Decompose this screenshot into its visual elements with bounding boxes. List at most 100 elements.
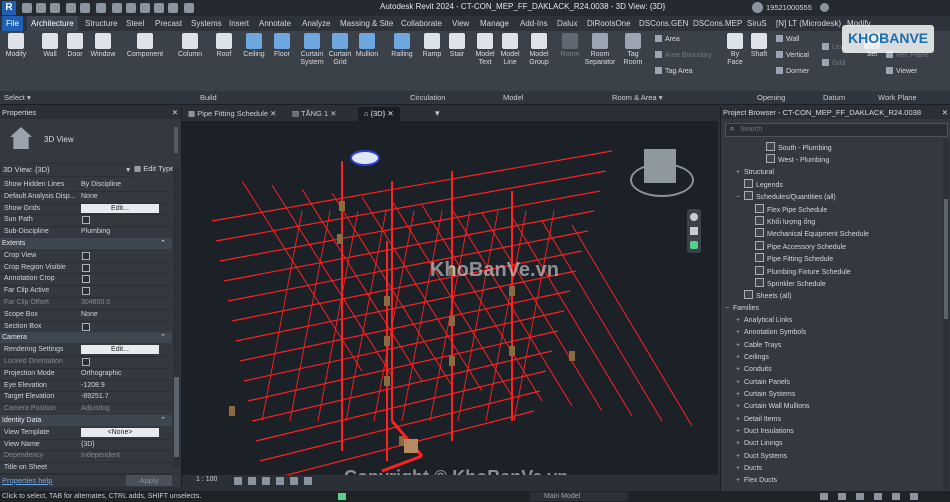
apply-button[interactable]: Apply <box>126 475 172 486</box>
tab-dscons-gen[interactable]: DSCons.GEN <box>635 16 692 31</box>
browser-item[interactable]: Khối lượng ống <box>747 216 815 228</box>
property-group-header[interactable]: Camera ⌃ <box>0 332 172 344</box>
browser-item[interactable]: − Families <box>725 303 759 315</box>
underlay-select-icon[interactable] <box>838 493 846 500</box>
browser-item[interactable]: + Duct Insulations <box>736 426 794 438</box>
browser-item[interactable]: Mechanical Equipment Schedule <box>747 228 869 240</box>
property-edit-button[interactable]: <None> <box>81 427 159 437</box>
properties-help-link[interactable]: Properties help <box>2 476 52 485</box>
close-icon[interactable]: ✕ <box>172 107 178 119</box>
mullion-button[interactable]: Mullion <box>353 33 381 59</box>
pipe-fitting[interactable] <box>384 296 390 306</box>
property-checkbox[interactable] <box>82 216 90 225</box>
tab-3d[interactable]: ⌂ {3D} ✕ <box>358 107 400 121</box>
expand-icon[interactable]: + <box>736 426 744 438</box>
property-checkbox[interactable] <box>82 263 90 272</box>
property-checkbox[interactable] <box>82 287 90 296</box>
browser-item[interactable]: + Conduits <box>736 364 772 376</box>
expand-icon[interactable]: + <box>736 364 744 376</box>
pipe-fitting[interactable] <box>449 356 455 366</box>
navigation-bar[interactable] <box>687 209 701 253</box>
pipe-segment[interactable] <box>421 204 543 402</box>
browser-item[interactable]: + Analytical Links <box>736 315 792 327</box>
property-value[interactable]: Plumbing <box>81 226 110 238</box>
collapse-icon[interactable]: ⌃ <box>160 238 166 249</box>
tab-annotate[interactable]: Annotate <box>255 16 295 31</box>
property-checkbox[interactable] <box>82 251 90 260</box>
pinned-select-icon[interactable] <box>856 493 864 500</box>
pipe-segment[interactable] <box>511 216 633 417</box>
room-separator-button[interactable]: Room Separator <box>582 33 618 67</box>
help-icon[interactable] <box>820 3 829 12</box>
property-value[interactable]: -1208.9 <box>81 380 105 392</box>
save-icon[interactable] <box>36 3 46 13</box>
ramp-button[interactable]: Ramp <box>420 33 444 59</box>
door-button[interactable]: Door <box>64 33 86 59</box>
expand-icon[interactable]: + <box>736 463 744 475</box>
property-checkbox[interactable] <box>82 275 90 284</box>
tab-list-icon[interactable]: ▾ <box>435 108 440 119</box>
3d-view-canvas[interactable]: KhoBanVe.vn Copyright © KhoBanVe.vn <box>182 121 718 487</box>
worksets-icon[interactable] <box>338 493 346 500</box>
property-group-header[interactable]: Identity Data ⌃ <box>0 415 172 426</box>
collapse-icon[interactable]: ⌃ <box>160 415 166 426</box>
link-select-icon[interactable] <box>820 493 828 500</box>
tab-add-ins[interactable]: Add-Ins <box>516 16 552 31</box>
pipe-fitting[interactable] <box>384 376 390 386</box>
redo-icon[interactable] <box>80 3 90 13</box>
expand-icon[interactable]: − <box>736 192 744 204</box>
tank-equipment[interactable] <box>350 150 380 166</box>
browser-item[interactable]: + Curtain Panels <box>736 377 790 389</box>
property-edit-button[interactable]: Edit... <box>81 345 159 355</box>
tab-pipe-fitting-schedule[interactable]: ▦ Pipe Fitting Schedule ✕ <box>182 107 282 121</box>
browser-item[interactable]: Legends <box>736 179 783 191</box>
collapse-icon[interactable]: ⌃ <box>160 332 166 343</box>
browser-item[interactable]: + Duct Linings <box>736 438 783 450</box>
property-value[interactable]: Independent <box>81 450 120 462</box>
tab-systems[interactable]: Systems <box>187 16 226 31</box>
sun-path-icon[interactable] <box>262 477 270 485</box>
property-checkbox[interactable] <box>82 358 90 366</box>
expand-icon[interactable]: + <box>736 451 744 463</box>
shadows-icon[interactable] <box>276 477 284 485</box>
roof-button[interactable]: Roof <box>212 33 236 59</box>
view-cube[interactable] <box>644 149 676 183</box>
browser-scrollbar[interactable] <box>943 139 949 489</box>
pipe-segment[interactable] <box>481 212 603 412</box>
close-icon[interactable]: ✕ <box>942 107 948 119</box>
browser-item[interactable]: + Cable Trays <box>736 340 781 352</box>
panel-room-area[interactable]: Room & Area ▾ <box>612 91 662 104</box>
browser-item[interactable]: + Duct Systems <box>736 451 787 463</box>
tab-precast[interactable]: Precast <box>151 16 186 31</box>
expand-icon[interactable]: + <box>736 340 744 352</box>
modify-button[interactable]: Modify <box>3 33 29 59</box>
navigation-icon[interactable] <box>690 241 698 249</box>
grid-button[interactable]: Grid <box>822 59 845 67</box>
view-scale[interactable]: 1 : 100 <box>196 476 217 483</box>
browser-item[interactable]: + Curtain Systems <box>736 389 795 401</box>
browser-item[interactable]: + Structural <box>736 167 774 179</box>
expand-icon[interactable]: + <box>736 352 744 364</box>
pump-equipment[interactable] <box>404 439 418 453</box>
properties-scroll-thumb[interactable] <box>174 377 179 457</box>
browser-item[interactable]: Sheets (all) <box>736 290 791 302</box>
pipe-fitting[interactable] <box>339 201 345 211</box>
properties-scrollbar[interactable] <box>173 167 180 467</box>
property-checkbox[interactable] <box>82 322 90 331</box>
tab-architecture[interactable]: Architecture <box>27 16 78 31</box>
pipe-fitting[interactable] <box>509 286 515 296</box>
tab-steel[interactable]: Steel <box>122 16 148 31</box>
window-button[interactable]: Window <box>88 33 118 59</box>
revit-logo[interactable]: R <box>2 1 16 15</box>
undo-icon[interactable] <box>66 3 76 13</box>
steering-wheel-icon[interactable] <box>690 213 698 221</box>
expand-icon[interactable]: − <box>725 303 733 315</box>
expand-icon[interactable]: + <box>736 438 744 450</box>
pipe-segment[interactable] <box>211 150 613 222</box>
drag-select-icon[interactable] <box>892 493 900 500</box>
browser-item[interactable]: Pipe Accessory Schedule <box>747 240 846 253</box>
floor-button[interactable]: Floor <box>270 33 294 59</box>
close-icon[interactable]: ✕ <box>387 109 393 118</box>
pipe-segment[interactable] <box>571 224 693 427</box>
measure-icon[interactable] <box>112 3 122 13</box>
